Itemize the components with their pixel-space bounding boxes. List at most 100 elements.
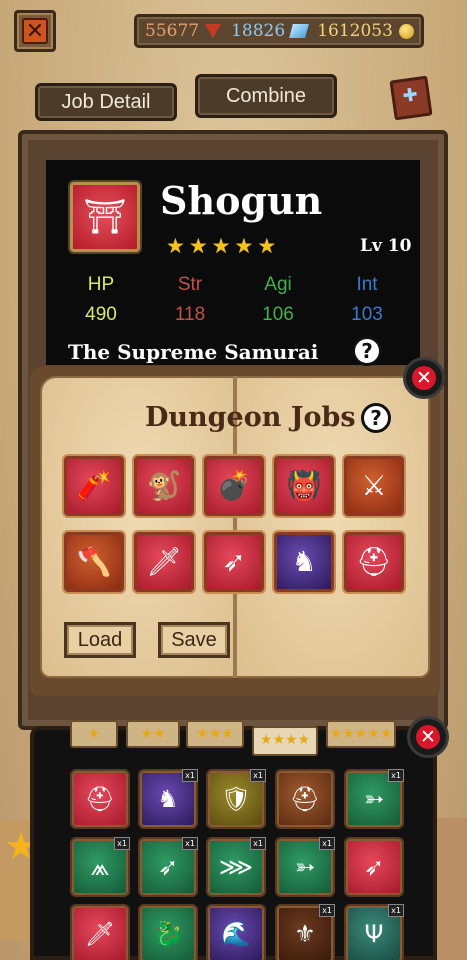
hero-title: The Supreme Samurai: [68, 340, 319, 364]
close-inventory-button[interactable]: ✕: [407, 716, 449, 758]
save-button[interactable]: Save: [158, 622, 230, 658]
job-slot[interactable]: 👹: [274, 456, 334, 516]
wind-arrow-icon: ➳: [363, 785, 385, 813]
job-slot[interactable]: ⛑: [344, 532, 404, 592]
monkey-rose-icon: 🐒: [146, 469, 182, 502]
winged-sword-icon: ⚜: [294, 920, 316, 948]
hero-name: Shogun: [160, 178, 323, 223]
stat-label-str: Str: [177, 274, 203, 295]
star-icon: ★: [257, 234, 277, 258]
helmet-icon: ⛑: [84, 785, 116, 813]
dragon-icon: 🐉: [153, 920, 183, 948]
inventory-slot[interactable]: ♞ x1: [140, 769, 198, 827]
dragon-claw-icon: ⩕: [90, 853, 110, 881]
tier-tab-1-star[interactable]: ★: [70, 720, 118, 748]
stat-value-agi: 106: [262, 304, 294, 325]
red-gem-icon: [205, 24, 222, 38]
quantity-badge: x1: [319, 837, 335, 850]
close-book-button[interactable]: ✕: [403, 357, 445, 399]
tab-combine[interactable]: Combine: [195, 74, 337, 118]
hero-help-button[interactable]: ?: [352, 336, 382, 366]
hero-level: Lv 10: [360, 236, 412, 256]
job-slot[interactable]: ⚔: [344, 456, 404, 516]
stat-label-int: Int: [356, 274, 378, 295]
job-slot[interactable]: ➶: [204, 532, 264, 592]
blue-crystal-icon: [289, 24, 310, 38]
sword-icon: 🗡: [84, 920, 116, 948]
tier-tab-3-star[interactable]: ★★★: [186, 720, 244, 748]
hero-star-rating: ★ ★ ★ ★ ★: [166, 234, 276, 258]
dark-knight-icon: ♞: [291, 545, 317, 578]
inventory-slot[interactable]: 🌊: [208, 906, 264, 960]
samurai-helmet-icon: ⛩: [83, 197, 127, 237]
spartan-helmet-icon: ⛑: [289, 785, 321, 813]
inventory-slot[interactable]: Ψx1: [346, 904, 404, 960]
right-side-panel: [437, 818, 467, 960]
job-slot[interactable]: ♞: [274, 532, 334, 592]
gold-amount: 1612053: [317, 21, 393, 41]
tier-tab-4-star[interactable]: ★★★★: [252, 726, 318, 756]
inventory-slot[interactable]: 🐉: [140, 906, 196, 960]
quantity-badge: x1: [319, 904, 335, 917]
inventory-slot[interactable]: ➳ x1: [277, 837, 335, 895]
inventory-slot[interactable]: ⚜ x1: [277, 904, 335, 960]
red-gem-amount: 55677: [145, 21, 200, 41]
triple-claw-icon: ⋙: [218, 853, 254, 881]
inventory-slot[interactable]: ➶ x1: [140, 837, 198, 895]
quantity-badge: x1: [182, 769, 198, 782]
close-button[interactable]: ✕: [14, 10, 56, 52]
wind-arrow-icon: ➳: [294, 853, 316, 881]
tier-tab-5-star[interactable]: ★★★★★: [326, 720, 396, 748]
spear-icon: ➶: [363, 853, 385, 881]
quantity-badge: x1: [388, 904, 404, 917]
wave-icon: 🌊: [221, 920, 251, 948]
quantity-badge: x1: [114, 837, 130, 850]
job-slot[interactable]: 🪓: [64, 532, 124, 592]
tab-job-detail[interactable]: Job Detail: [35, 83, 177, 121]
dynamite-icon: 🧨: [76, 469, 112, 502]
close-icon: ✕: [416, 725, 440, 749]
currency-bar: 55677 18826 1612053: [134, 14, 424, 48]
job-slot[interactable]: 💣: [204, 456, 264, 516]
quantity-badge: x1: [182, 837, 198, 850]
quantity-badge: x1: [250, 837, 266, 850]
hero-portrait: ⛩: [70, 182, 140, 252]
quantity-badge: x1: [250, 769, 266, 782]
star-icon: ★: [188, 234, 208, 258]
job-slot[interactable]: 🗡: [134, 532, 194, 592]
arrow-icon: ➶: [157, 853, 179, 881]
crossed-swords-icon: ⚔: [361, 469, 387, 502]
spellbook-icon[interactable]: [389, 75, 433, 121]
tier-tab-2-star[interactable]: ★★: [126, 720, 180, 748]
stat-label-hp: HP: [87, 274, 115, 295]
sword-icon: 🗡: [146, 545, 182, 578]
gold-coin-icon: [398, 23, 414, 39]
blue-crystal-amount: 18826: [231, 21, 286, 41]
stat-label-agi: Agi: [264, 274, 292, 295]
trident-icon: Ψ: [364, 920, 384, 948]
job-slot[interactable]: 🧨: [64, 456, 124, 516]
viking-icon: 🪓: [76, 545, 112, 578]
load-button[interactable]: Load: [64, 622, 136, 658]
inventory-slot[interactable]: ⋙ x1: [208, 837, 266, 895]
inventory-slot[interactable]: ➳ x1: [346, 769, 404, 827]
inventory-slot[interactable]: 🗡: [72, 906, 128, 960]
spartan-helmet-icon: ⛑: [356, 545, 392, 578]
shield-icon: 🛡: [220, 785, 252, 813]
stat-value-int: 103: [351, 304, 383, 325]
quantity-badge: x1: [388, 769, 404, 782]
spear-icon: ➶: [222, 545, 246, 578]
star-icon: ★: [166, 234, 185, 258]
close-icon: ✕: [22, 18, 48, 44]
stat-value-hp: 490: [85, 304, 117, 325]
job-slot[interactable]: 🐒: [134, 456, 194, 516]
close-icon: ✕: [412, 366, 436, 390]
inventory-slot[interactable]: ⩕ x1: [72, 837, 130, 895]
star-icon: ★: [234, 234, 254, 258]
inventory-slot[interactable]: ⛑: [72, 771, 128, 827]
dungeon-jobs-title: Dungeon Jobs: [145, 402, 356, 433]
dungeon-jobs-help-button[interactable]: ?: [361, 403, 391, 433]
inventory-slot[interactable]: ➶: [346, 839, 402, 895]
inventory-slot[interactable]: 🛡 x1: [208, 769, 266, 827]
inventory-slot[interactable]: ⛑: [277, 771, 333, 827]
